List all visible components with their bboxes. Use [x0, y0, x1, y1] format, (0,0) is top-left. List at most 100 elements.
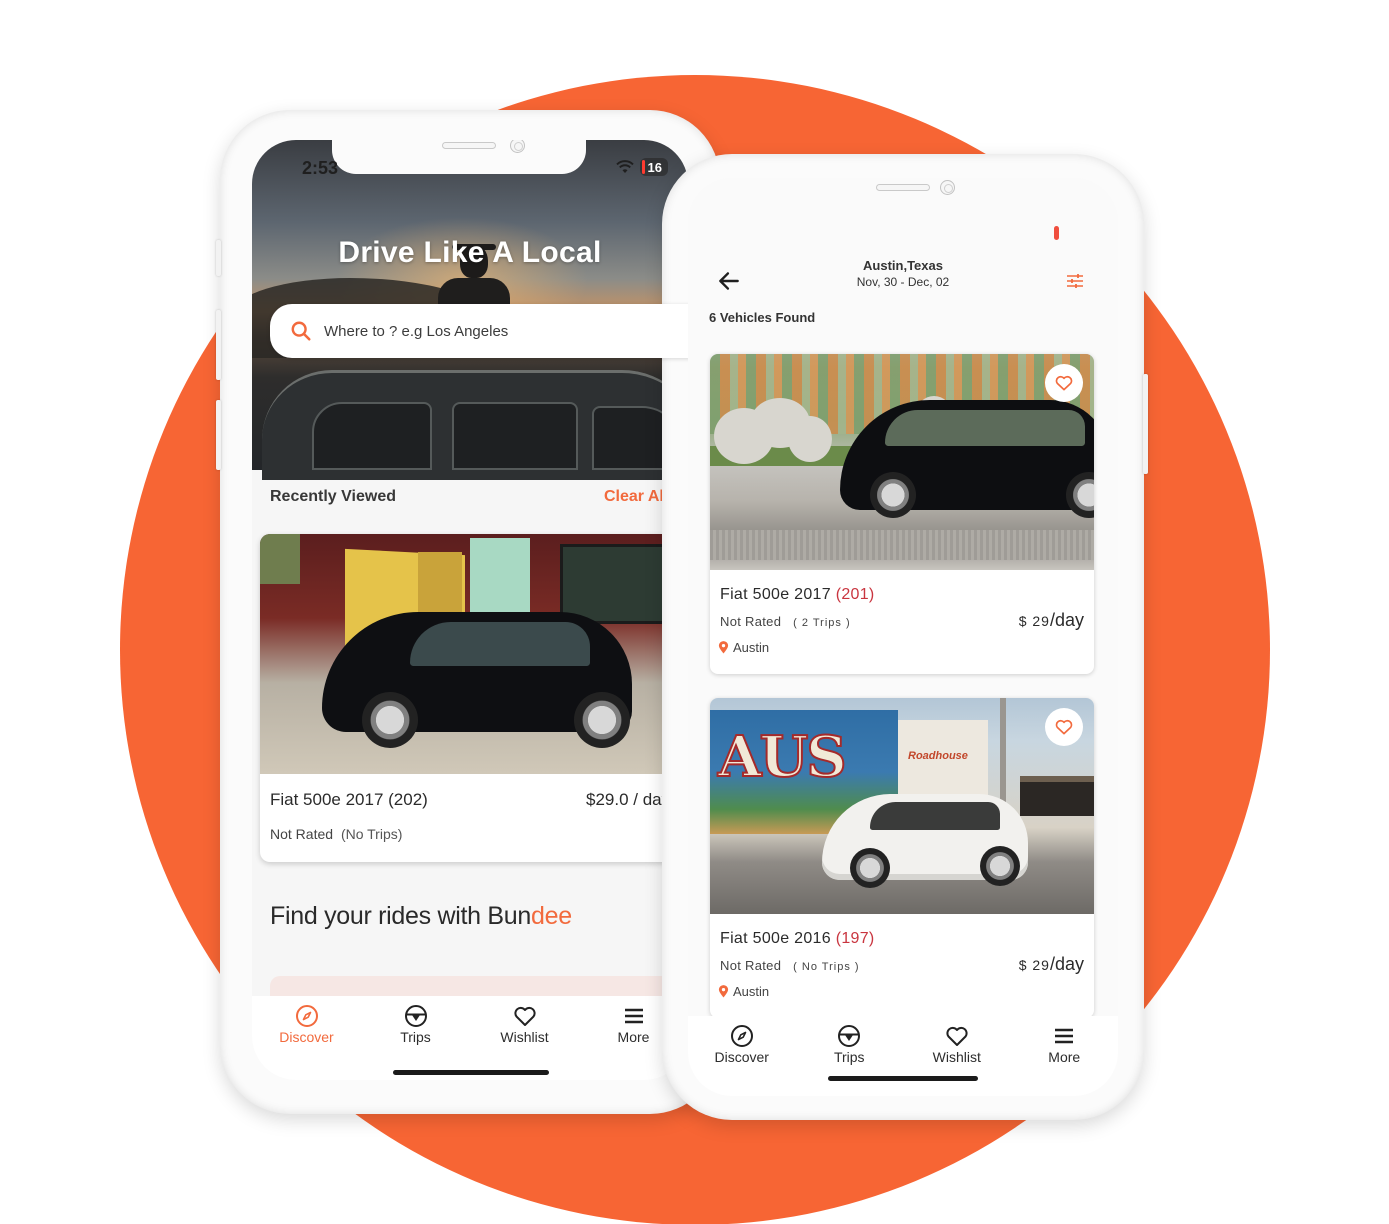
compass-icon	[730, 1025, 753, 1047]
discover-screen: 2:53 16 Drive Like A Local Recently View…	[252, 140, 688, 1080]
menu-icon	[624, 1008, 643, 1024]
promo-title-text: Find your rides with Bun	[270, 902, 531, 930]
bottom-tab-bar: Discover Trips Wishlist More	[688, 1016, 1118, 1096]
vehicle-name: Fiat 500e 2016 (197)	[720, 930, 875, 948]
wishlist-button[interactable]	[1045, 364, 1083, 402]
menu-icon	[1055, 1028, 1074, 1044]
photo-car-window	[870, 802, 1000, 830]
search-input[interactable]	[324, 322, 644, 340]
tab-wishlist[interactable]: Wishlist	[903, 1016, 1011, 1096]
promo-title: Find your rides with Bundee	[270, 902, 572, 931]
battery-indicator	[1054, 226, 1059, 240]
vehicle-rating: Not Rated ( No Trips )	[720, 958, 860, 973]
tab-label: More	[617, 1029, 650, 1045]
vehicle-price: $29.0 / day	[586, 790, 671, 809]
clear-all-button[interactable]: Clear All	[604, 488, 664, 506]
heart-icon	[1055, 719, 1073, 735]
steering-wheel-icon	[404, 1005, 427, 1027]
wishlist-button[interactable]	[1045, 708, 1083, 746]
power-button	[1143, 374, 1148, 474]
recently-viewed-card[interactable]: Fiat 500e 2017 (202) $29.0 / day Not Rat…	[260, 534, 688, 862]
photo-mural-text: AUS	[717, 723, 848, 791]
tab-label: More	[1048, 1049, 1081, 1065]
tab-label: Wishlist	[932, 1049, 981, 1065]
location-pin-icon	[718, 641, 729, 654]
hero-car-window	[452, 402, 578, 470]
vehicle-photo: AUS Roadhouse	[710, 698, 1094, 914]
trips-count: ( 2 Trips )	[793, 617, 851, 629]
battery-percent: 16	[647, 159, 662, 175]
phone-discover: 2:53 16 Drive Like A Local Recently View…	[216, 110, 720, 1114]
photo-car-wheel	[574, 692, 630, 748]
tab-label: Discover	[279, 1029, 334, 1045]
heart-icon	[1055, 375, 1073, 391]
photo-car-window	[410, 622, 590, 666]
vehicle-code: (197)	[835, 930, 875, 947]
volume-down-button	[216, 400, 221, 470]
tab-trips[interactable]: Trips	[361, 996, 470, 1080]
tab-wishlist[interactable]: Wishlist	[470, 996, 579, 1080]
hero-car-window	[312, 402, 432, 470]
photo-wall	[470, 538, 530, 614]
tab-label: Trips	[400, 1029, 431, 1045]
vehicle-name: Fiat 500e 2017 (201)	[720, 586, 875, 604]
speaker-grille	[442, 142, 496, 149]
location-title: Austin,Texas	[863, 258, 943, 273]
phone-search-results: Austin,Texas Nov, 30 - Dec, 02 6 Vehicle…	[662, 154, 1148, 1120]
trips-count: ( No Trips )	[793, 961, 860, 973]
sliders-icon[interactable]	[1066, 272, 1084, 290]
recently-viewed-title: Recently Viewed	[270, 488, 396, 505]
search-icon	[291, 321, 311, 341]
vehicle-model: Fiat 500e 2017	[720, 586, 831, 603]
tab-more[interactable]: More	[1011, 1016, 1119, 1096]
vehicle-location: Austin	[718, 640, 769, 655]
results-count: 6 Vehicles Found	[709, 310, 816, 325]
wifi-icon	[615, 160, 634, 173]
trips-count: (No Trips)	[340, 826, 403, 842]
volume-up-button	[216, 310, 221, 380]
tab-discover[interactable]: Discover	[688, 1016, 796, 1096]
rating-text: Not Rated	[270, 826, 334, 842]
vehicle-model: Fiat 500e 2016	[720, 930, 831, 947]
speaker-grille	[876, 184, 930, 191]
heart-icon	[946, 1026, 968, 1046]
battery-indicator: 16	[639, 158, 668, 176]
photo-car-wheel	[850, 848, 890, 888]
heart-icon	[513, 1006, 536, 1026]
vehicle-rating: Not Rated (No Trips)	[270, 826, 402, 842]
recently-viewed-header: Recently Viewed Clear All	[270, 488, 688, 506]
photo-car-wheel	[870, 472, 916, 518]
tab-discover[interactable]: Discover	[252, 996, 361, 1080]
results-header: Austin,Texas Nov, 30 - Dec, 02	[688, 258, 1118, 302]
vehicle-code: (201)	[835, 586, 875, 603]
photo-sign: Roadhouse	[908, 750, 968, 762]
tab-trips[interactable]: Trips	[796, 1016, 904, 1096]
photo-pavement	[710, 530, 1094, 560]
home-indicator[interactable]	[828, 1076, 978, 1081]
photo-trees	[260, 534, 300, 584]
bottom-tab-bar: Discover Trips Wishlist More	[252, 996, 688, 1080]
hero-title: Drive Like A Local	[338, 236, 602, 269]
tab-label: Trips	[833, 1049, 865, 1065]
vehicle-card[interactable]: AUS Roadhouse Fiat 500e 2016 (197) Not R…	[710, 698, 1094, 1018]
vehicle-name: Fiat 500e 2017 (202)	[270, 790, 428, 809]
rating-text: Not Rated	[720, 614, 782, 629]
promo-title-accent: dee	[530, 902, 572, 930]
vehicle-photo	[260, 534, 688, 774]
front-camera	[940, 180, 955, 195]
home-indicator[interactable]	[393, 1070, 549, 1075]
price-unit: /day	[1049, 954, 1084, 974]
mute-switch	[216, 240, 221, 276]
date-range: Nov, 30 - Dec, 02	[856, 275, 950, 289]
rating-text: Not Rated	[720, 958, 782, 973]
steering-wheel-icon	[838, 1025, 861, 1047]
status-icons: 16	[615, 158, 668, 176]
photo-car-window	[885, 410, 1085, 446]
location-text: Austin	[733, 984, 770, 999]
vehicle-price: $ 29/day	[1019, 610, 1084, 631]
search-results-screen: Austin,Texas Nov, 30 - Dec, 02 6 Vehicle…	[688, 178, 1118, 1096]
vehicle-location: Austin	[718, 984, 769, 999]
vehicle-card[interactable]: Fiat 500e 2017 (201) Not Rated ( 2 Trips…	[710, 354, 1094, 674]
search-bar[interactable]	[270, 304, 688, 358]
location-text: Austin	[733, 640, 770, 655]
